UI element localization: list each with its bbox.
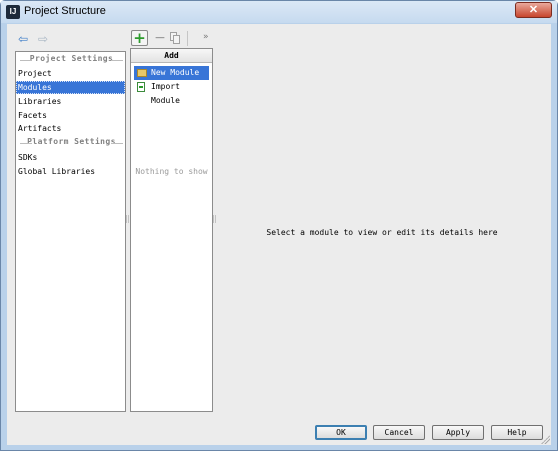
- new-module-label: New Module: [151, 68, 200, 77]
- sidebar-item-libraries[interactable]: Libraries: [16, 95, 125, 108]
- intellij-app-icon: IJ: [6, 5, 20, 19]
- sidebar-item-modules[interactable]: Modules: [16, 81, 125, 94]
- sidebar-item-project[interactable]: Project: [16, 67, 125, 80]
- more-actions-button[interactable]: »: [203, 32, 209, 42]
- settings-sidebar: Project Settings Project Modules Librari…: [15, 51, 126, 412]
- resize-grip-icon[interactable]: [540, 434, 550, 444]
- sidebar-item-artifacts[interactable]: Artifacts: [16, 122, 125, 135]
- import-module-label: Import Module: [151, 82, 180, 105]
- add-popup-header: Add: [131, 49, 212, 63]
- cancel-button[interactable]: Cancel: [373, 425, 425, 440]
- project-settings-header: Project Settings: [20, 54, 123, 65]
- import-module-menu-item[interactable]: Import Module: [134, 80, 209, 105]
- dialog-content: ⇦ ⇨ + − » Project Settings Project Modul…: [7, 24, 551, 445]
- modules-list: Add New Module Import Module Nothing to …: [130, 48, 213, 412]
- project-structure-window: IJ Project Structure ✕ ⇦ ⇨ + − » Project…: [0, 0, 558, 451]
- import-module-icon: [137, 82, 145, 92]
- empty-list-text: Nothing to show: [135, 167, 208, 176]
- forward-arrow-icon[interactable]: ⇨: [38, 33, 48, 45]
- title-bar[interactable]: IJ Project Structure ✕: [1, 1, 557, 23]
- remove-button[interactable]: −: [153, 30, 167, 46]
- platform-settings-header: Platform Settings: [20, 137, 123, 148]
- new-module-menu-item[interactable]: New Module: [134, 66, 209, 80]
- sidebar-item-facets[interactable]: Facets: [16, 109, 125, 122]
- back-arrow-icon[interactable]: ⇦: [18, 33, 28, 45]
- folder-icon: [137, 69, 147, 77]
- help-button[interactable]: Help: [491, 425, 543, 440]
- apply-button[interactable]: Apply: [432, 425, 484, 440]
- details-placeholder-text: Select a module to view or edit its deta…: [266, 228, 498, 237]
- right-splitter-handle[interactable]: [213, 215, 216, 223]
- close-window-button[interactable]: ✕: [515, 2, 552, 18]
- toolbar-separator: [187, 31, 188, 46]
- ok-button[interactable]: OK: [315, 425, 367, 440]
- sidebar-item-global-libraries[interactable]: Global Libraries: [16, 165, 125, 178]
- window-title: Project Structure: [24, 5, 106, 17]
- left-splitter-handle[interactable]: [126, 215, 129, 223]
- copy-icon[interactable]: [170, 32, 181, 44]
- add-button[interactable]: +: [131, 30, 148, 46]
- sidebar-item-sdks[interactable]: SDKs: [16, 151, 125, 164]
